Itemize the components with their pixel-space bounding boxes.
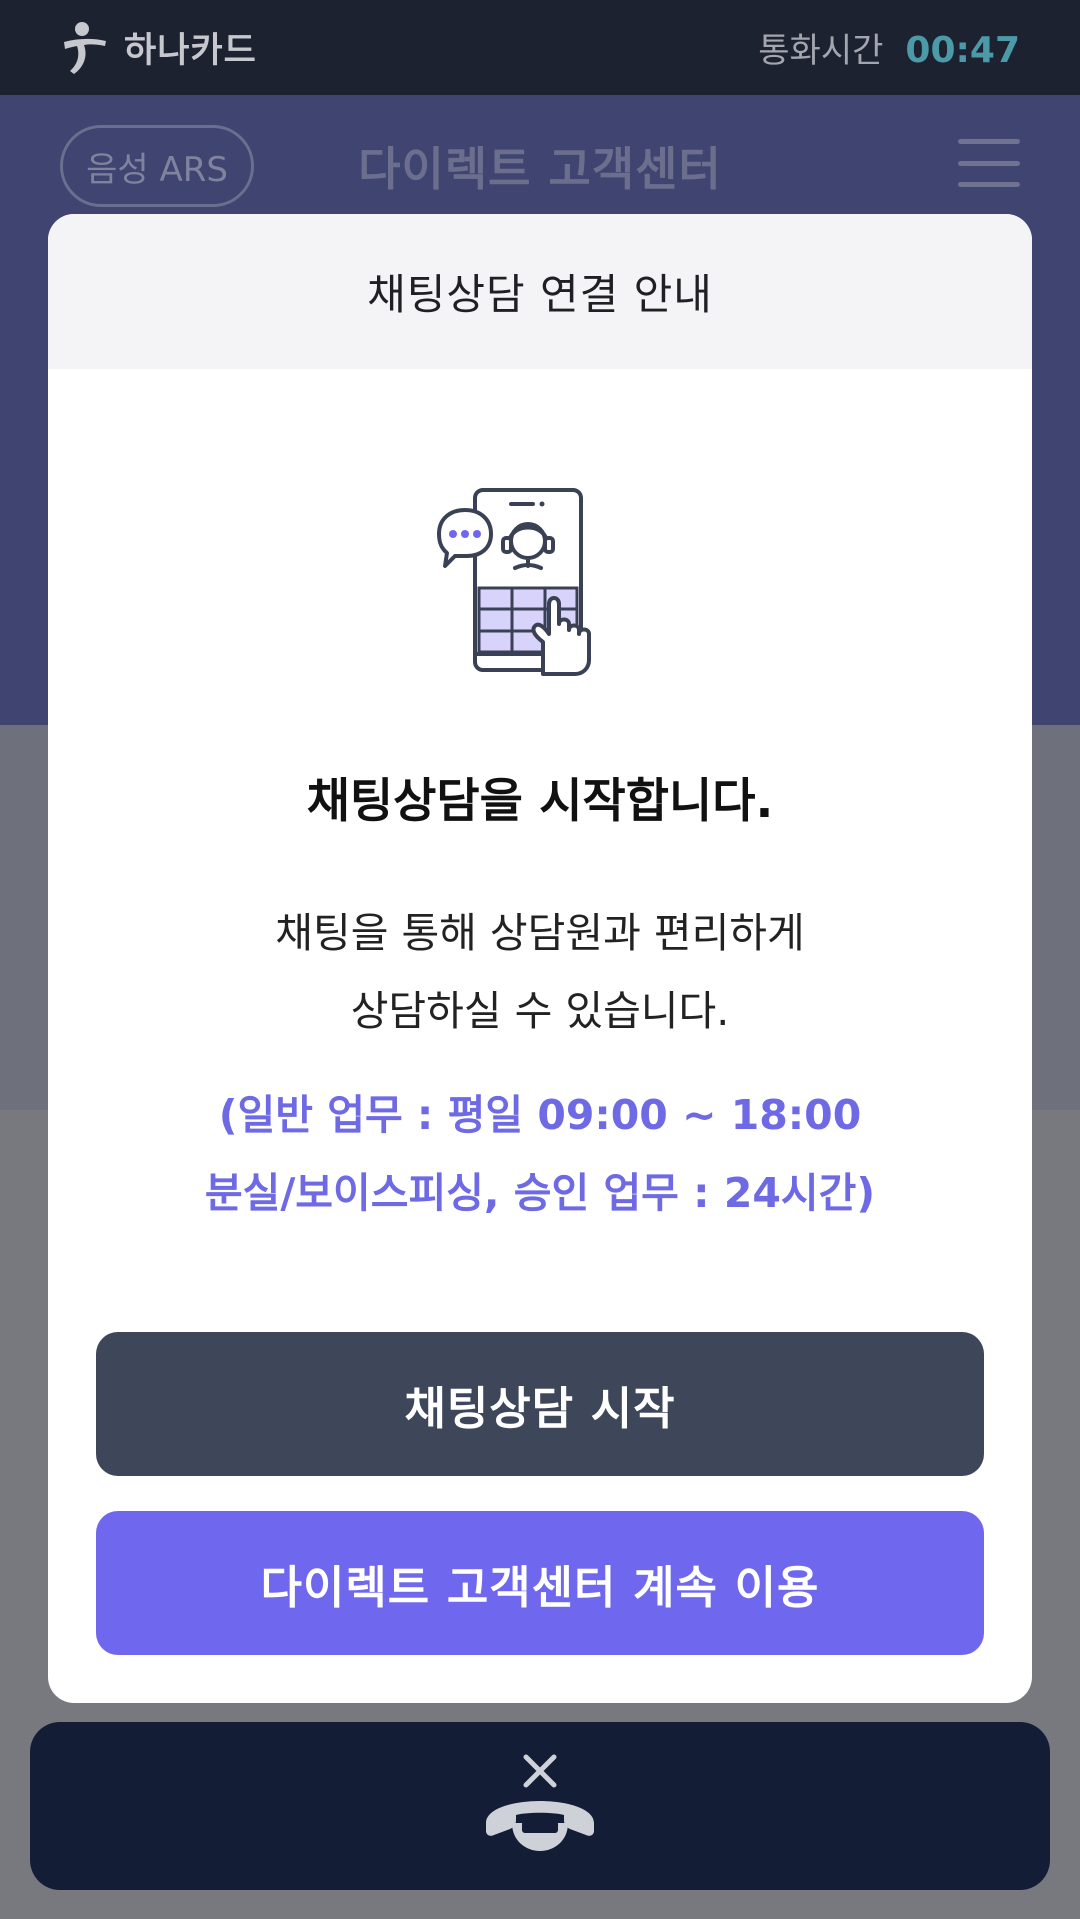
modal-headline: 채팅상담을 시작합니다. bbox=[306, 774, 774, 829]
hana-logo-icon bbox=[64, 21, 106, 74]
hours-line: (일반 업무 : 평일 09:00 ~ 18:00 bbox=[218, 1091, 862, 1139]
app-header: 음성 ARS 다이렉트 고객센터 bbox=[0, 125, 1080, 207]
description-line: 채팅을 통해 상담원과 편리하게 bbox=[275, 909, 805, 957]
brand: 하나카드 bbox=[60, 20, 257, 76]
call-time: 통화시간 00:47 bbox=[758, 23, 1020, 72]
hangup-call-icon[interactable] bbox=[482, 1751, 598, 1861]
business-hours: (일반 업무 : 평일 09:00 ~ 18:00 분실/보이스피싱, 승인 업… bbox=[48, 1076, 1032, 1232]
call-time-label: 통화시간 bbox=[758, 31, 884, 71]
modal-title: 채팅상담 연결 안내 bbox=[367, 270, 713, 319]
continue-direct-center-button[interactable]: 다이렉트 고객센터 계속 이용 bbox=[96, 1511, 984, 1655]
modal-header: 채팅상담 연결 안내 bbox=[48, 214, 1032, 369]
menu-line bbox=[958, 182, 1020, 187]
start-chat-button[interactable]: 채팅상담 시작 bbox=[96, 1332, 984, 1476]
chat-consultation-phone-icon bbox=[437, 488, 591, 676]
modal-description: 채팅을 통해 상담원과 편리하게 상담하실 수 있습니다. bbox=[48, 894, 1032, 1050]
page-title: 다이렉트 고객센터 bbox=[358, 142, 722, 196]
call-time-value: 00:47 bbox=[905, 30, 1020, 71]
status-bar: 하나카드 통화시간 00:47 bbox=[0, 0, 1080, 95]
screen: 하나카드 통화시간 00:47 음성 ARS 다이렉트 고객센터 채팅상담 연결… bbox=[0, 0, 1080, 1919]
description-line: 상담하실 수 있습니다. bbox=[350, 987, 730, 1035]
menu-line bbox=[958, 160, 1020, 166]
hangup-bar bbox=[30, 1722, 1050, 1890]
hours-line: 분실/보이스피싱, 승인 업무 : 24시간) bbox=[204, 1169, 876, 1217]
brand-name: 하나카드 bbox=[124, 31, 257, 71]
menu-icon[interactable] bbox=[958, 139, 1020, 187]
menu-line bbox=[958, 139, 1020, 144]
chat-guide-modal: 채팅상담 연결 안내 채팅상담을 시작합니다. 채팅을 통해 상담원과 편리하게… bbox=[48, 214, 1032, 1703]
